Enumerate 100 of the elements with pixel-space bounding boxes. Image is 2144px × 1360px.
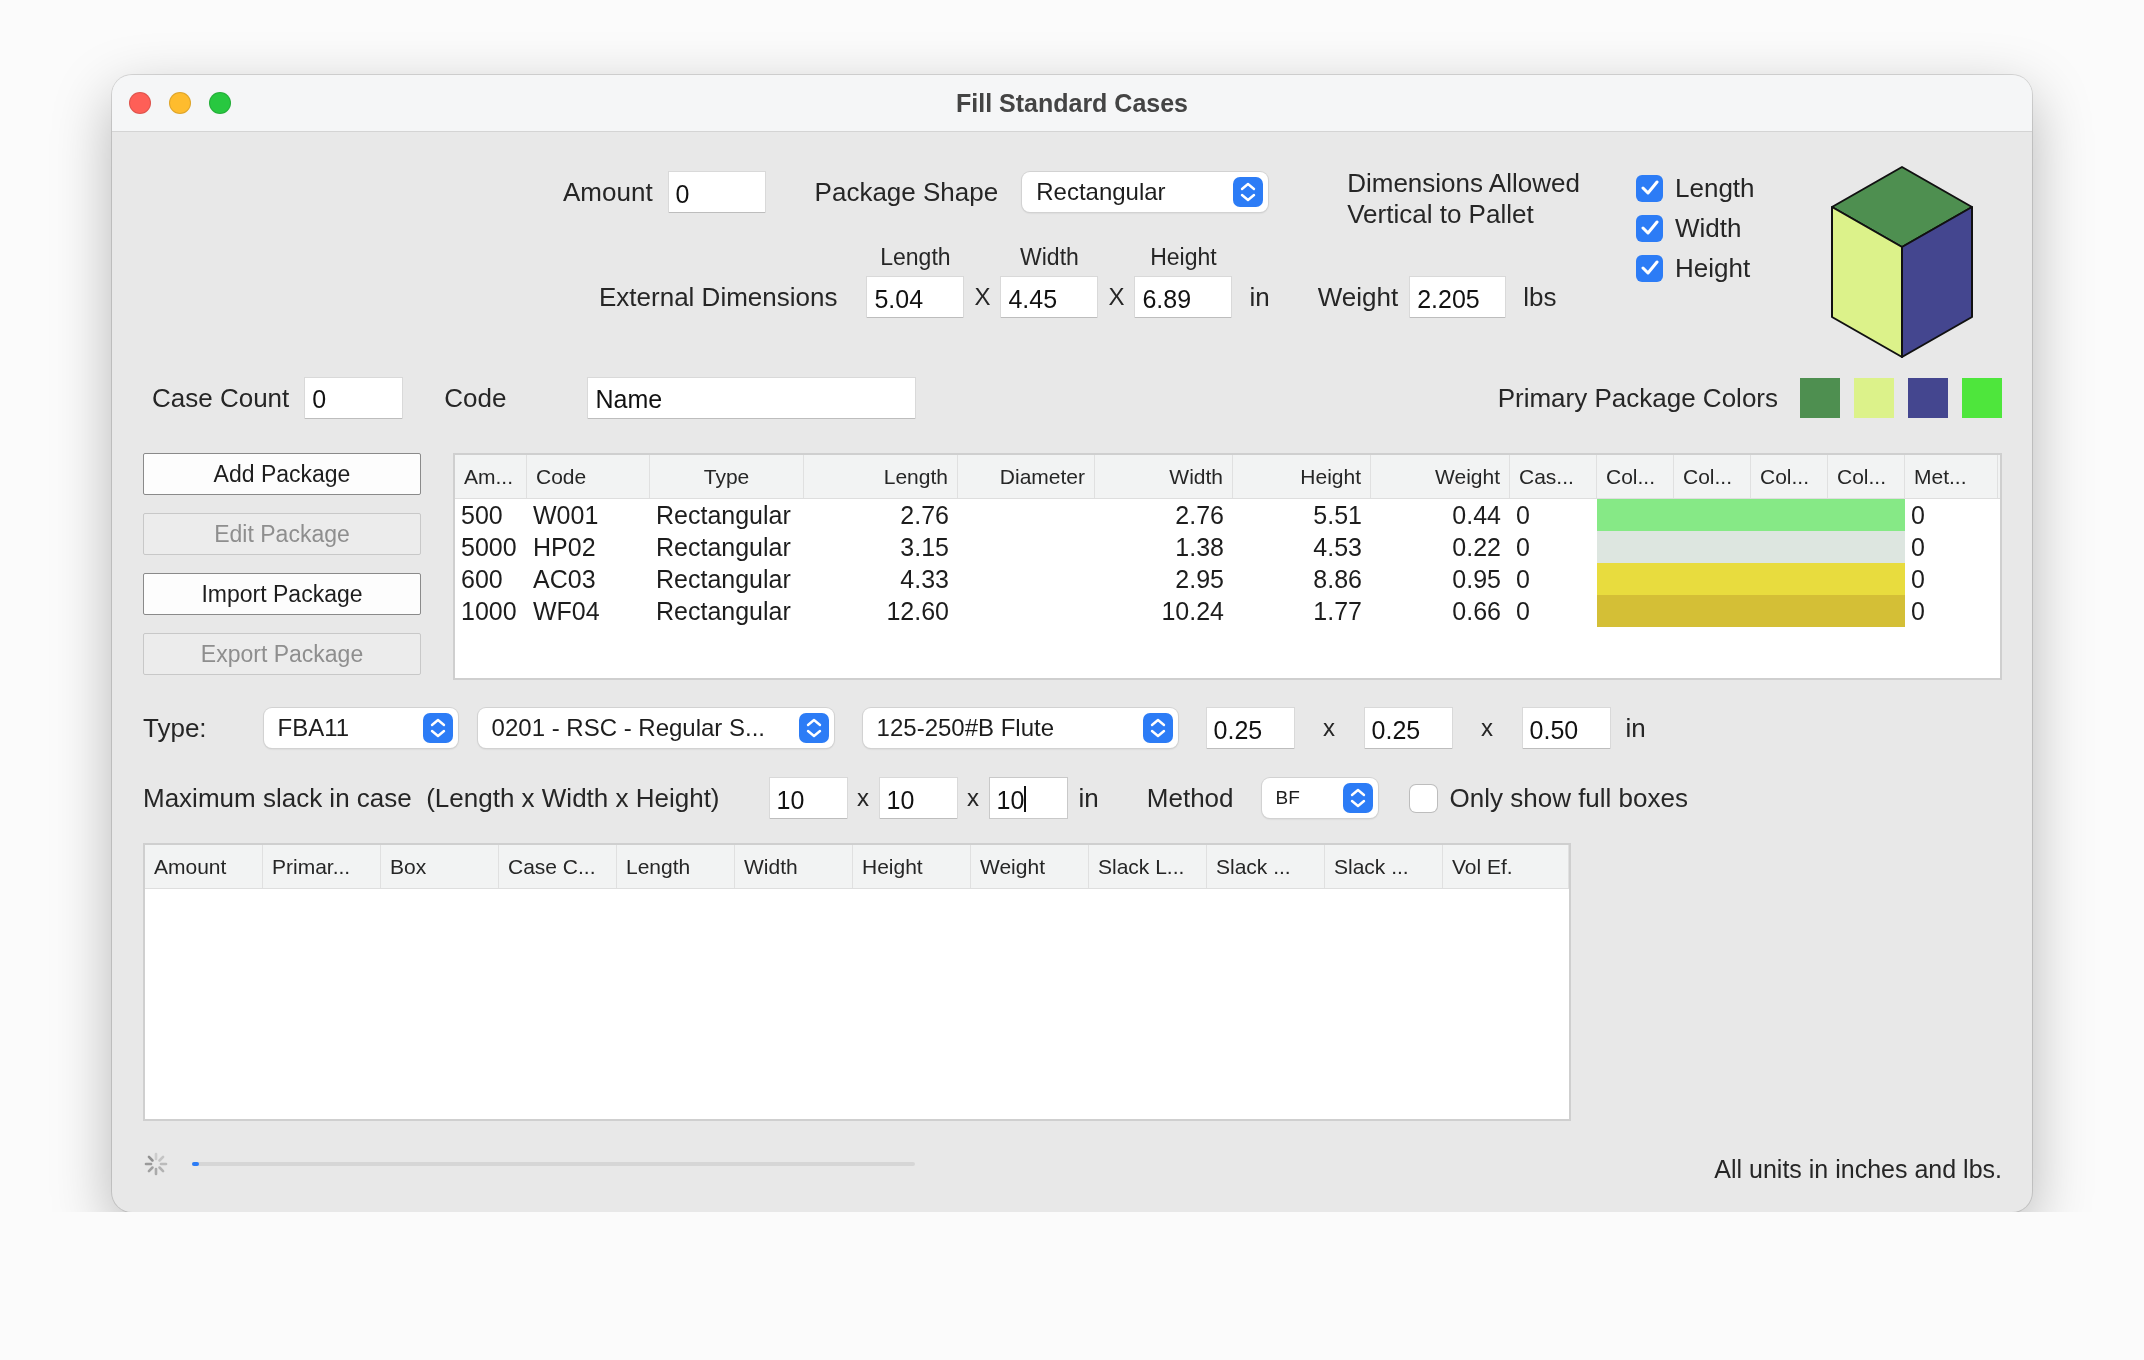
column-header[interactable]: Col... — [1597, 455, 1674, 498]
column-header[interactable]: Primar... — [263, 845, 381, 888]
zoom-button[interactable] — [209, 92, 231, 114]
table-cell-text: 4.33 — [899, 564, 950, 595]
checkbox-label: Only show full boxes — [1449, 782, 1688, 815]
minimize-button[interactable] — [169, 92, 191, 114]
column-header[interactable]: Am... — [455, 455, 527, 498]
column-header[interactable]: Col... — [1751, 455, 1828, 498]
checkbox[interactable] — [1409, 784, 1437, 812]
column-header[interactable]: Length — [617, 845, 735, 888]
code-field[interactable]: Name — [588, 377, 916, 418]
checkmark-icon — [1640, 180, 1659, 196]
package-button[interactable]: Add Package — [143, 453, 421, 495]
column-label: Height — [1150, 243, 1217, 271]
unit-label: in — [1625, 712, 1646, 745]
table-cell-text: 4.53 — [1312, 532, 1363, 563]
column-header[interactable]: Case C... — [499, 845, 617, 888]
stepper-icon — [1342, 783, 1373, 813]
table-cell-text: 3.15 — [899, 532, 950, 563]
table-cell-text: 0.66 — [1451, 596, 1502, 627]
number-field[interactable]: 10 — [769, 778, 847, 818]
table-cell-text: Rectangular — [655, 564, 792, 595]
stepper-icon — [798, 713, 829, 743]
table-cell-text: 0 — [1515, 532, 1531, 563]
table-cell-text: 0 — [1910, 564, 1926, 595]
amount-field[interactable]: 0 — [668, 172, 765, 212]
table-cell-text: 0.95 — [1451, 564, 1502, 595]
number-field[interactable]: 0.25 — [1206, 708, 1294, 748]
column-header[interactable]: Length — [804, 455, 958, 498]
column-header[interactable]: Amount — [145, 845, 263, 888]
number-field[interactable]: 0.25 — [1364, 708, 1452, 748]
color-swatch[interactable] — [1908, 377, 1948, 418]
column-header[interactable]: Slack ... — [1325, 845, 1443, 888]
dropdown[interactable]: 0201 - RSC - Regular S... — [477, 708, 834, 748]
checkmark-icon — [1640, 260, 1659, 276]
number-field[interactable]: 10 — [879, 778, 957, 818]
field-label: Type: — [143, 712, 207, 745]
table-cell-text: 0.22 — [1451, 532, 1502, 563]
dropdown[interactable]: BF — [1261, 778, 1378, 818]
dropdown[interactable]: Rectangular — [1022, 172, 1269, 212]
case-count-field[interactable]: 0 — [305, 377, 403, 418]
field-label: Primary Package Colors — [1497, 381, 1778, 415]
dimension-field[interactable]: 4.45 — [1001, 277, 1098, 317]
field-label: Package Shape — [814, 176, 999, 209]
table-cell-text: 5000 — [460, 532, 518, 563]
column-header[interactable]: Weight — [1371, 455, 1510, 498]
column-header[interactable]: Height — [1233, 455, 1371, 498]
table-cell-text: W001 — [532, 500, 600, 531]
dimension-field[interactable]: 5.04 — [867, 277, 964, 317]
table-cell-text: Rectangular — [655, 596, 792, 627]
column-header[interactable]: Height — [853, 845, 971, 888]
field-label: Maximum slack in case (Length x Width x Height) — [143, 782, 720, 815]
color-swatch[interactable] — [1962, 377, 2002, 418]
color-swatch[interactable] — [1800, 377, 1840, 418]
checkbox[interactable] — [1636, 214, 1663, 242]
column-header[interactable]: Vol Ef. — [1443, 845, 1569, 888]
checkbox[interactable] — [1636, 174, 1663, 202]
table-cell-text: 2.76 — [1174, 500, 1225, 531]
column-header[interactable]: Code — [527, 455, 650, 498]
number-field[interactable]: 0.50 — [1522, 708, 1610, 748]
column-header[interactable]: Cas... — [1510, 455, 1597, 498]
column-header[interactable]: Width — [1095, 455, 1233, 498]
table-cell-text: 12.60 — [885, 596, 950, 627]
table-cell-text: 10.24 — [1160, 596, 1225, 627]
dropdown[interactable]: 125-250#B Flute — [862, 708, 1178, 748]
package-button[interactable]: Import Package — [143, 573, 421, 615]
number-field[interactable]: 10 — [989, 778, 1067, 818]
table-cell-text: 5.51 — [1312, 500, 1363, 531]
column-header[interactable]: Col... — [1674, 455, 1751, 498]
times-sign: X — [973, 282, 992, 312]
column-header[interactable]: Diameter — [958, 455, 1095, 498]
column-header[interactable]: Slack ... — [1207, 845, 1325, 888]
column-header[interactable]: Col... — [1828, 455, 1905, 498]
checkbox-label: Length — [1675, 172, 1755, 205]
times-sign: x — [1322, 713, 1337, 743]
table-cell-text: 600 — [460, 564, 504, 595]
column-header[interactable]: Box — [381, 845, 499, 888]
close-button[interactable] — [129, 92, 151, 114]
table-cell-text: 1000 — [460, 596, 518, 627]
table-cell-text: 0 — [1910, 500, 1926, 531]
unit-label: in — [1078, 782, 1099, 815]
table-cell-text: AC03 — [532, 564, 597, 595]
column-header[interactable]: Met... — [1905, 455, 1998, 498]
column-header[interactable]: Width — [735, 845, 853, 888]
column-header[interactable]: Weight — [971, 845, 1089, 888]
stepper-icon — [1142, 713, 1173, 743]
dropdown[interactable]: FBA11 — [263, 708, 458, 748]
checkbox[interactable] — [1636, 254, 1663, 282]
checkbox-label: Height — [1675, 252, 1751, 285]
table-cell-text: 0 — [1910, 596, 1926, 627]
table-cell-text: Rectangular — [655, 532, 792, 563]
dimension-field[interactable]: 6.89 — [1135, 277, 1232, 317]
weight-field[interactable]: 2.205 — [1410, 277, 1506, 317]
field-label: Code — [444, 381, 507, 415]
column-header[interactable]: Type — [650, 455, 804, 498]
stepper-icon — [1233, 177, 1264, 207]
table-cell-text: HP02 — [532, 532, 597, 563]
column-header[interactable]: Slack L... — [1089, 845, 1207, 888]
color-swatch[interactable] — [1854, 377, 1894, 418]
table-cell-text: 0 — [1515, 500, 1531, 531]
